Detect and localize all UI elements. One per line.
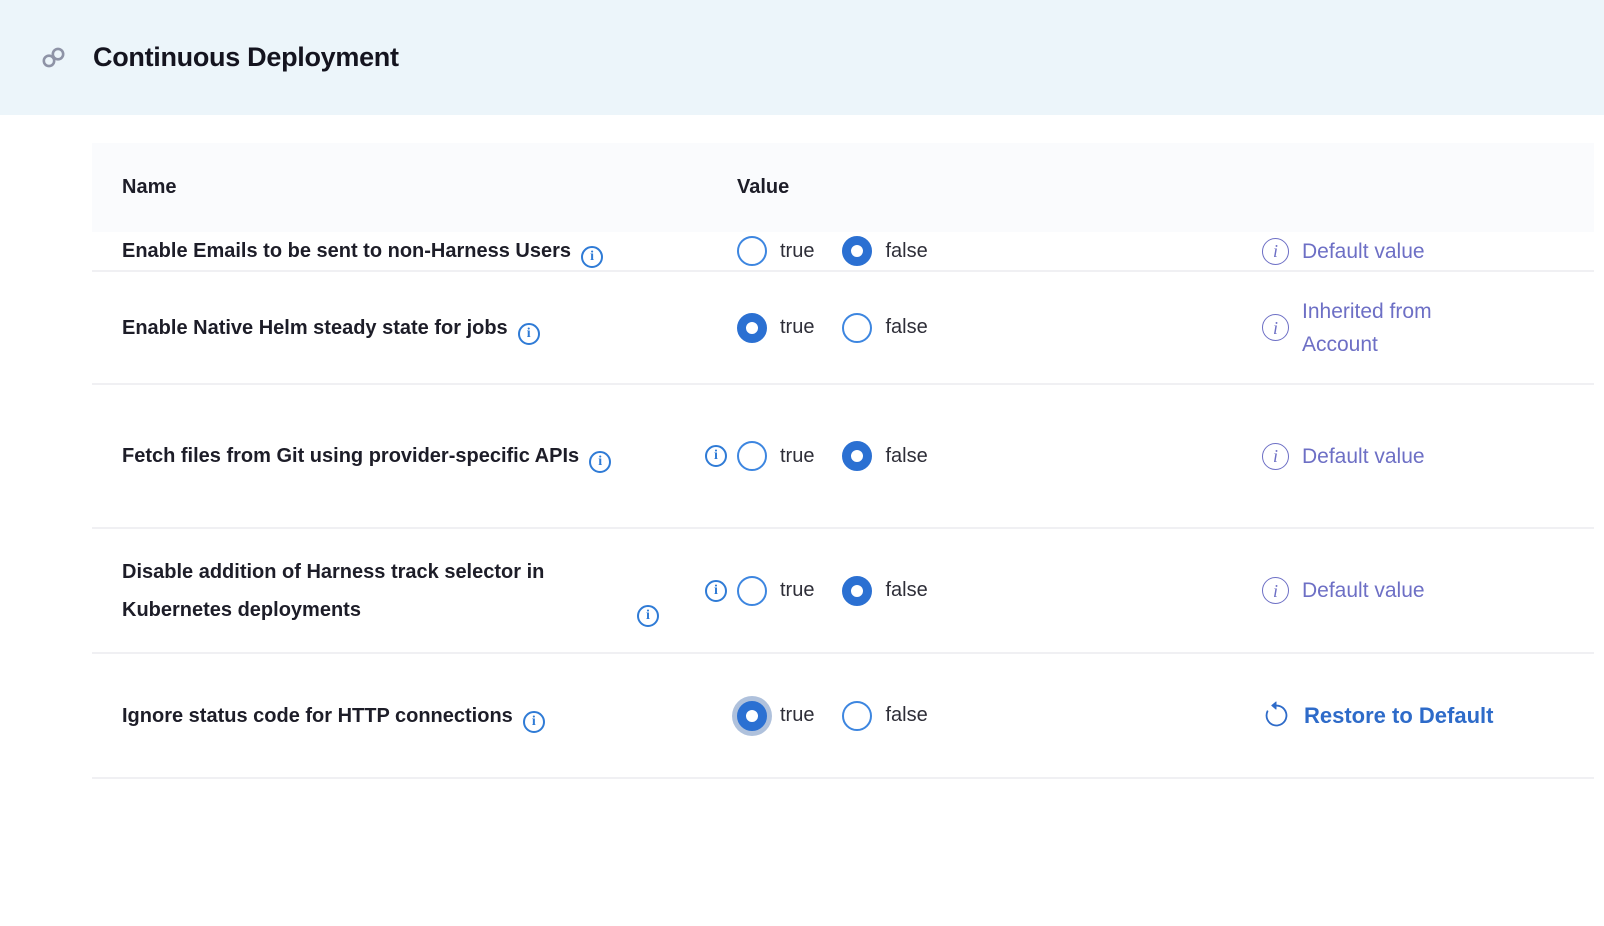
radio-option-false[interactable]: false bbox=[842, 701, 927, 731]
page-title: Continuous Deployment bbox=[93, 42, 399, 73]
radio-option-true[interactable]: true bbox=[737, 236, 814, 266]
radio-option-false[interactable]: false bbox=[842, 441, 927, 471]
setting-name: Ignore status code for HTTP connections bbox=[122, 705, 513, 727]
setting-value-cell: i true false bbox=[705, 441, 1262, 471]
radio-option-false[interactable]: false bbox=[842, 576, 927, 606]
radio-label: true bbox=[780, 316, 814, 339]
radio-label: false bbox=[885, 316, 927, 339]
table-row: Enable Native Helm steady state for jobs… bbox=[92, 272, 1594, 385]
radio-label: true bbox=[780, 445, 814, 468]
info-icon[interactable]: i bbox=[1262, 443, 1289, 470]
value-info-slot: i bbox=[705, 445, 737, 467]
radio-button[interactable] bbox=[737, 576, 767, 606]
radio-label: false bbox=[885, 240, 927, 263]
setting-name: Fetch files from Git using provider-spec… bbox=[122, 437, 579, 475]
status-label[interactable]: Default value bbox=[1302, 235, 1425, 268]
status-label[interactable]: Default value bbox=[1302, 574, 1425, 607]
radio-button[interactable] bbox=[737, 313, 767, 343]
radio-button[interactable] bbox=[842, 441, 872, 471]
radio-option-true[interactable]: true bbox=[737, 441, 814, 471]
radio-button[interactable] bbox=[842, 701, 872, 731]
setting-name-cell: Ignore status code for HTTP connections i bbox=[122, 697, 705, 735]
radio-button[interactable] bbox=[842, 576, 872, 606]
radio-button[interactable] bbox=[842, 236, 872, 266]
setting-value-cell: i true false bbox=[705, 236, 1262, 266]
setting-status: i Default value bbox=[1262, 235, 1594, 268]
column-header-name: Name bbox=[122, 176, 705, 199]
setting-name-cell: Enable Emails to be sent to non-Harness … bbox=[122, 232, 705, 270]
setting-value-cell: i true false bbox=[705, 576, 1262, 606]
setting-name-cell: Disable addition of Harness track select… bbox=[122, 553, 705, 629]
link-icon[interactable] bbox=[40, 44, 67, 71]
radio-button[interactable] bbox=[737, 236, 767, 266]
info-icon[interactable]: i bbox=[523, 711, 545, 733]
radio-label: false bbox=[885, 445, 927, 468]
info-icon[interactable]: i bbox=[637, 605, 659, 627]
restore-icon bbox=[1262, 701, 1291, 730]
table-row: Ignore status code for HTTP connections i… bbox=[92, 654, 1594, 779]
radio-option-true[interactable]: true bbox=[737, 701, 814, 731]
setting-name: Enable Emails to be sent to non-Harness … bbox=[122, 240, 571, 262]
info-icon[interactable]: i bbox=[705, 580, 727, 602]
status-label[interactable]: Inherited from Account bbox=[1302, 295, 1507, 361]
info-icon[interactable]: i bbox=[1262, 314, 1289, 341]
info-icon[interactable]: i bbox=[1262, 577, 1289, 604]
radio-option-true[interactable]: true bbox=[737, 313, 814, 343]
radio-label: false bbox=[885, 579, 927, 602]
settings-table: Name Value Enable Emails to be sent to n… bbox=[92, 143, 1594, 779]
radio-option-true[interactable]: true bbox=[737, 576, 814, 606]
setting-name-cell: Enable Native Helm steady state for jobs… bbox=[122, 309, 705, 347]
radio-option-false[interactable]: false bbox=[842, 313, 927, 343]
radio-button[interactable] bbox=[842, 313, 872, 343]
radio-option-false[interactable]: false bbox=[842, 236, 927, 266]
info-icon[interactable]: i bbox=[1262, 238, 1289, 265]
radio-button[interactable] bbox=[737, 441, 767, 471]
radio-label: true bbox=[780, 240, 814, 263]
info-icon[interactable]: i bbox=[589, 451, 611, 473]
radio-label: false bbox=[885, 704, 927, 727]
setting-name: Disable addition of Harness track select… bbox=[122, 553, 627, 629]
setting-status: i Inherited from Account bbox=[1262, 295, 1594, 361]
info-icon[interactable]: i bbox=[705, 445, 727, 467]
info-icon[interactable]: i bbox=[518, 323, 540, 345]
info-icon[interactable]: i bbox=[581, 246, 603, 268]
table-body: Enable Emails to be sent to non-Harness … bbox=[92, 232, 1594, 779]
status-label[interactable]: Default value bbox=[1302, 440, 1425, 473]
table-header: Name Value bbox=[92, 143, 1594, 232]
setting-name: Enable Native Helm steady state for jobs bbox=[122, 317, 508, 339]
column-header-value: Value bbox=[737, 176, 1262, 199]
table-row: Fetch files from Git using provider-spec… bbox=[92, 385, 1594, 529]
table-row: Enable Emails to be sent to non-Harness … bbox=[92, 232, 1594, 272]
setting-status: i Default value bbox=[1262, 440, 1594, 473]
setting-status: i Restore to Default bbox=[1262, 699, 1594, 732]
setting-value-cell: i true false bbox=[705, 701, 1262, 731]
status-label[interactable]: Restore to Default bbox=[1304, 699, 1493, 732]
section-header: Continuous Deployment bbox=[0, 0, 1604, 115]
setting-value-cell: i true false bbox=[705, 313, 1262, 343]
radio-button[interactable] bbox=[737, 701, 767, 731]
setting-status: i Default value bbox=[1262, 574, 1594, 607]
value-info-slot: i bbox=[705, 580, 737, 602]
setting-name-cell: Fetch files from Git using provider-spec… bbox=[122, 437, 705, 475]
radio-label: true bbox=[780, 704, 814, 727]
radio-label: true bbox=[780, 579, 814, 602]
table-row: Disable addition of Harness track select… bbox=[92, 529, 1594, 654]
